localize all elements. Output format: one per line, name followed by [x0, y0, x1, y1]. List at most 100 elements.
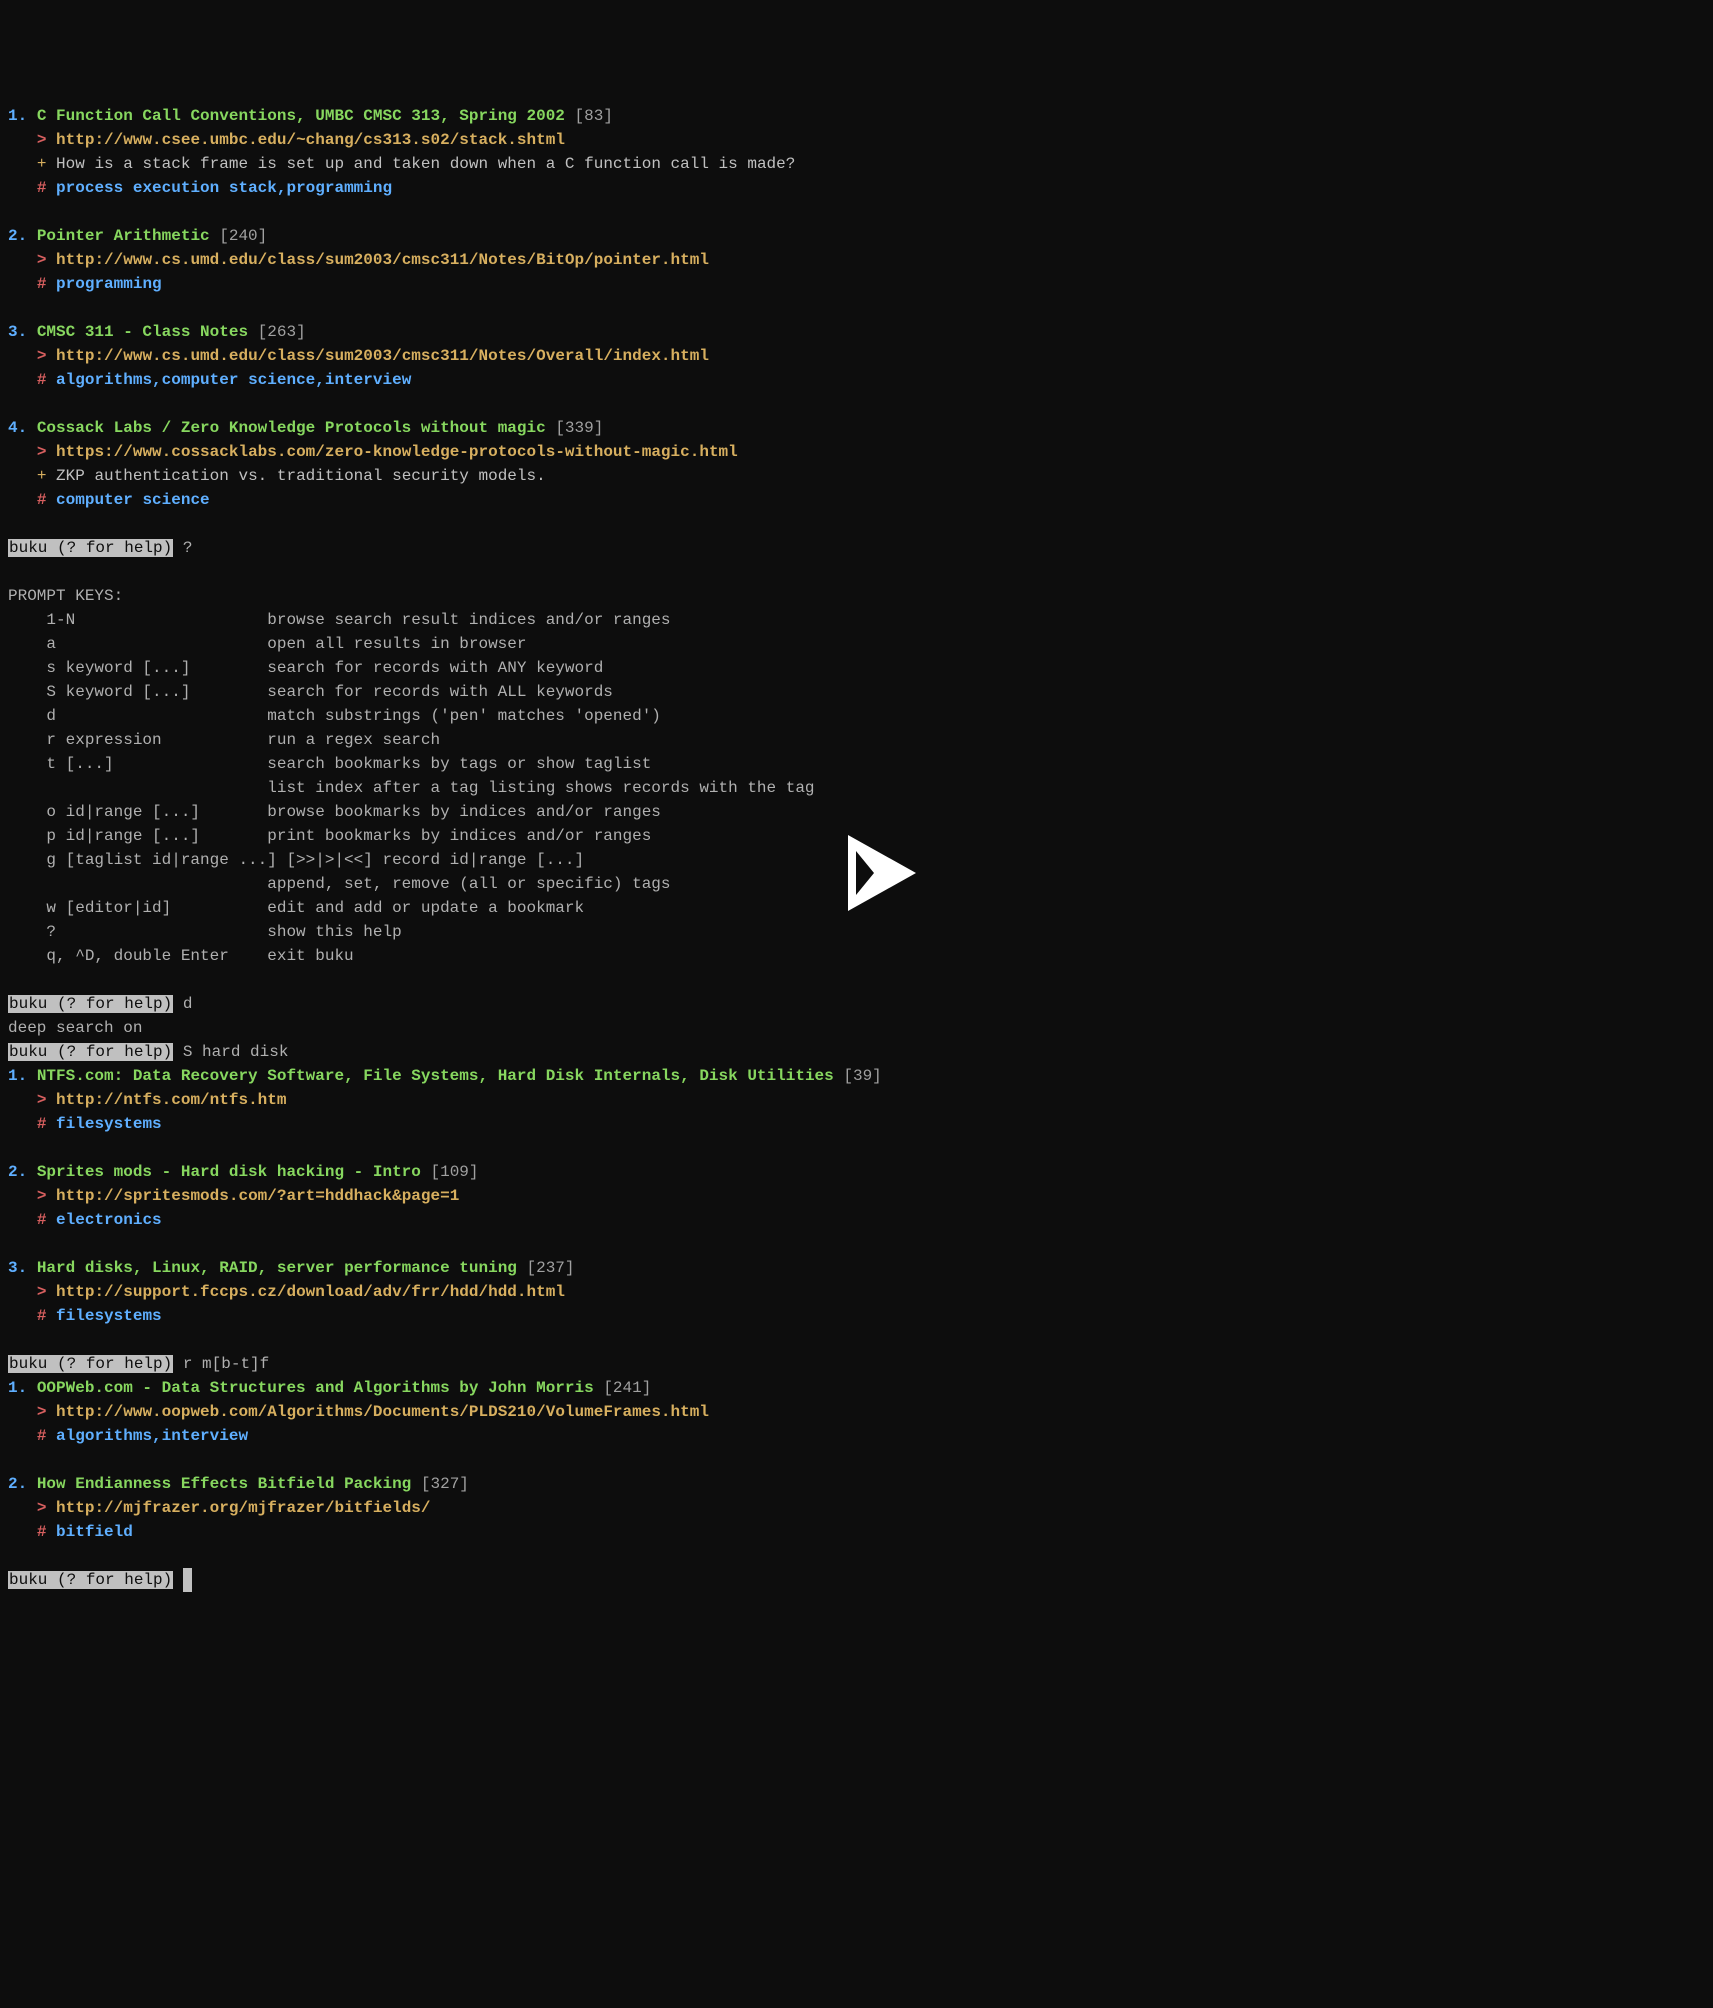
result-tags: algorithms,interview — [56, 1427, 248, 1445]
result-b-1-title-line: 2. Sprites mods - Hard disk hacking - In… — [8, 1160, 1705, 1184]
result-index: [83] — [575, 107, 613, 125]
result-url[interactable]: http://mjfrazer.org/mjfrazer/bitfields/ — [56, 1499, 430, 1517]
result-b-2-url-line: > http://support.fccps.cz/download/adv/f… — [8, 1280, 1705, 1304]
prompt-label: buku (? for help) — [8, 1043, 173, 1061]
url-marker: > — [37, 443, 47, 461]
result-tags: programming — [56, 275, 162, 293]
tag-marker: # — [37, 1115, 47, 1133]
prompt-line-3[interactable]: buku (? for help) S hard disk — [8, 1040, 1705, 1064]
deep-search-msg: deep search on — [8, 1016, 1705, 1040]
result-index: [263] — [258, 323, 306, 341]
result-index: [39] — [843, 1067, 881, 1085]
result-tags: computer science — [56, 491, 210, 509]
result-url[interactable]: http://www.csee.umbc.edu/~chang/cs313.s0… — [56, 131, 565, 149]
prompt-line-5[interactable]: buku (? for help) — [8, 1568, 1705, 1592]
result-index: [327] — [421, 1475, 469, 1493]
prompt-input[interactable]: d — [183, 995, 193, 1013]
url-marker: > — [37, 347, 47, 365]
prompt-line-2[interactable]: buku (? for help) d — [8, 992, 1705, 1016]
result-a-2-url-line: > http://www.cs.umd.edu/class/sum2003/cm… — [8, 344, 1705, 368]
result-c-1-title-line: 2. How Endianness Effects Bitfield Packi… — [8, 1472, 1705, 1496]
result-tags: filesystems — [56, 1115, 162, 1133]
tag-marker: # — [37, 179, 47, 197]
result-b-0-title-line: 1. NTFS.com: Data Recovery Software, Fil… — [8, 1064, 1705, 1088]
prompt-line-1[interactable]: buku (? for help) ? — [8, 536, 1705, 560]
result-tags: electronics — [56, 1211, 162, 1229]
tag-marker: # — [37, 1523, 47, 1541]
blank — [8, 392, 1705, 416]
result-tags: process execution stack,programming — [56, 179, 392, 197]
result-number: 1. — [8, 1379, 27, 1397]
help-line-1: a open all results in browser — [8, 632, 1705, 656]
prompt-input[interactable]: S hard disk — [183, 1043, 289, 1061]
result-title: Hard disks, Linux, RAID, server performa… — [37, 1259, 517, 1277]
result-number: 3. — [8, 1259, 27, 1277]
url-marker: > — [37, 251, 47, 269]
result-url[interactable]: http://www.cs.umd.edu/class/sum2003/cmsc… — [56, 251, 709, 269]
help-line-0: 1-N browse search result indices and/or … — [8, 608, 1705, 632]
tag-marker: # — [37, 1211, 47, 1229]
result-url[interactable]: http://support.fccps.cz/download/adv/frr… — [56, 1283, 565, 1301]
result-b-1-tags-line: # electronics — [8, 1208, 1705, 1232]
blank — [8, 1448, 1705, 1472]
prompt-label: buku (? for help) — [8, 995, 173, 1013]
result-index: [109] — [430, 1163, 478, 1181]
help-line-7: list index after a tag listing shows rec… — [8, 776, 1705, 800]
blank — [8, 560, 1705, 584]
tag-marker: # — [37, 491, 47, 509]
help-line-2: s keyword [...] search for records with … — [8, 656, 1705, 680]
blank — [8, 1328, 1705, 1352]
result-a-3-url-line: > https://www.cossacklabs.com/zero-knowl… — [8, 440, 1705, 464]
result-number: 2. — [8, 1475, 27, 1493]
blank — [8, 1232, 1705, 1256]
url-marker: > — [37, 131, 47, 149]
result-title: How Endianness Effects Bitfield Packing — [37, 1475, 411, 1493]
result-c-1-url-line: > http://mjfrazer.org/mjfrazer/bitfields… — [8, 1496, 1705, 1520]
result-url[interactable]: http://www.cs.umd.edu/class/sum2003/cmsc… — [56, 347, 709, 365]
tag-marker: # — [37, 1307, 47, 1325]
result-desc: ZKP authentication vs. traditional secur… — [56, 467, 546, 485]
prompt-input[interactable]: r m[b-t]f — [183, 1355, 269, 1373]
url-marker: > — [37, 1091, 47, 1109]
play-button-overlay[interactable] — [807, 799, 907, 899]
result-title: C Function Call Conventions, UMBC CMSC 3… — [37, 107, 565, 125]
result-index: [241] — [603, 1379, 651, 1397]
help-header: PROMPT KEYS: — [8, 584, 1705, 608]
result-a-2-tags-line: # algorithms,computer science,interview — [8, 368, 1705, 392]
result-a-1-tags-line: # programming — [8, 272, 1705, 296]
result-a-0-url-line: > http://www.csee.umbc.edu/~chang/cs313.… — [8, 128, 1705, 152]
result-index: [240] — [219, 227, 267, 245]
tag-marker: # — [37, 1427, 47, 1445]
result-number: 1. — [8, 1067, 27, 1085]
help-line-13: ? show this help — [8, 920, 1705, 944]
prompt-line-4[interactable]: buku (? for help) r m[b-t]f — [8, 1352, 1705, 1376]
result-c-0-tags-line: # algorithms,interview — [8, 1424, 1705, 1448]
result-tags: bitfield — [56, 1523, 133, 1541]
prompt-input[interactable]: ? — [183, 539, 193, 557]
url-marker: > — [37, 1403, 47, 1421]
result-tags: filesystems — [56, 1307, 162, 1325]
tag-marker: # — [37, 371, 47, 389]
result-a-1-url-line: > http://www.cs.umd.edu/class/sum2003/cm… — [8, 248, 1705, 272]
tag-marker: # — [37, 275, 47, 293]
result-a-3-title-line: 4. Cossack Labs / Zero Knowledge Protoco… — [8, 416, 1705, 440]
result-title: Cossack Labs / Zero Knowledge Protocols … — [37, 419, 546, 437]
prompt-label: buku (? for help) — [8, 1355, 173, 1373]
result-a-1-title-line: 2. Pointer Arithmetic [240] — [8, 224, 1705, 248]
result-url[interactable]: http://www.oopweb.com/Algorithms/Documen… — [56, 1403, 709, 1421]
result-index: [237] — [527, 1259, 575, 1277]
result-url[interactable]: http://spritesmods.com/?art=hddhack&page… — [56, 1187, 459, 1205]
result-b-0-url-line: > http://ntfs.com/ntfs.htm — [8, 1088, 1705, 1112]
help-line-6: t [...] search bookmarks by tags or show… — [8, 752, 1705, 776]
result-title: CMSC 311 - Class Notes — [37, 323, 248, 341]
result-url[interactable]: http://ntfs.com/ntfs.htm — [56, 1091, 286, 1109]
result-url[interactable]: https://www.cossacklabs.com/zero-knowled… — [56, 443, 738, 461]
result-a-0-title-line: 1. C Function Call Conventions, UMBC CMS… — [8, 104, 1705, 128]
result-a-0-tags-line: # process execution stack,programming — [8, 176, 1705, 200]
result-c-0-url-line: > http://www.oopweb.com/Algorithms/Docum… — [8, 1400, 1705, 1424]
url-marker: > — [37, 1499, 47, 1517]
result-title: Sprites mods - Hard disk hacking - Intro — [37, 1163, 421, 1181]
url-marker: > — [37, 1283, 47, 1301]
desc-marker: + — [37, 467, 47, 485]
result-number: 2. — [8, 227, 27, 245]
